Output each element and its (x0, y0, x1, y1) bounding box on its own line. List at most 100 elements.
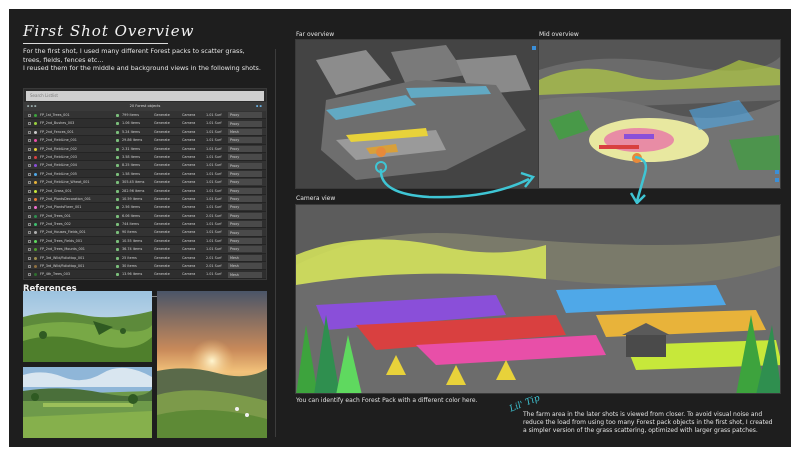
row-checkbox[interactable] (28, 273, 31, 277)
row-display-dropdown[interactable]: Proxy (228, 187, 262, 194)
table-row[interactable]: FP_2nd_Fences_001 5.24 items Generate Camer… (24, 127, 266, 137)
visibility-icon[interactable] (116, 164, 119, 168)
visibility-icon[interactable] (116, 189, 119, 193)
row-checkbox[interactable] (28, 189, 31, 193)
row-checkbox[interactable] (28, 164, 31, 168)
visibility-icon[interactable] (116, 265, 119, 269)
row-checkbox[interactable] (28, 172, 31, 176)
row-surface: 1.01 Surf (206, 188, 222, 193)
table-row[interactable]: FP_2nd_FieldLine_005 1.58 items Generate Ca… (24, 169, 266, 179)
row-display-dropdown[interactable]: Proxy (228, 246, 262, 253)
row-display-dropdown[interactable]: Proxy (228, 145, 262, 152)
visibility-icon[interactable] (116, 147, 119, 151)
row-checkbox[interactable] (28, 181, 31, 185)
row-items: 799 items (122, 113, 139, 117)
camera-view-viewport[interactable] (295, 204, 781, 394)
row-checkbox[interactable] (28, 256, 31, 260)
row-display-dropdown[interactable]: Proxy (228, 137, 262, 144)
visibility-icon[interactable] (116, 122, 119, 126)
row-camera: Camera (182, 272, 196, 277)
color-dot-icon (34, 172, 37, 176)
visibility-icon[interactable] (116, 114, 119, 117)
row-display-dropdown[interactable]: Proxy (228, 120, 262, 127)
row-mode: Generate (154, 213, 170, 218)
row-display-dropdown[interactable]: Proxy (228, 112, 262, 119)
row-checkbox[interactable] (28, 114, 31, 117)
row-checkbox[interactable] (28, 197, 31, 201)
row-display-dropdown[interactable]: Mesh (228, 254, 262, 261)
table-row[interactable]: FP_2nd_Trees_001 6.06 items Generate Camera… (24, 211, 266, 221)
row-name: FP_2nd_PlantsDecoration_001 (40, 196, 91, 201)
row-display-dropdown[interactable]: Mesh (228, 271, 262, 278)
row-checkbox[interactable] (28, 206, 31, 210)
row-display-dropdown[interactable]: Proxy (228, 162, 262, 169)
row-display-dropdown[interactable]: Mesh (228, 263, 262, 270)
row-checkbox[interactable] (28, 214, 31, 218)
row-checkbox[interactable] (28, 130, 31, 134)
visibility-icon[interactable] (116, 206, 119, 210)
table-row[interactable]: FP_2nd_FieldLine_001 29.86 items Generate C… (24, 136, 266, 145)
row-surface: 1.01 Surf (206, 121, 222, 126)
search-input[interactable]: Search Listlist (26, 91, 264, 101)
visibility-icon[interactable] (116, 181, 119, 185)
table-row[interactable]: FP_3rd_Wild/Foliottop_001 30 items Generat… (24, 262, 266, 271)
visibility-icon[interactable] (116, 172, 119, 176)
table-row[interactable]: FP_2nd_PlantsDecoration_001 10.59 items Ge… (24, 194, 266, 204)
reference-image-village (23, 367, 152, 438)
row-checkbox[interactable] (28, 248, 31, 252)
table-row[interactable]: FP_2nd_FieldLine_003 3.58 items Generate Ca… (24, 152, 266, 162)
table-row[interactable]: FP_2nd_Grass_001 282.96 items Generate Came… (24, 186, 266, 195)
table-row[interactable]: FP_2nd_FieldLine_Wheat_001 305.45 items Ge… (24, 178, 266, 187)
visibility-icon[interactable] (116, 139, 119, 143)
row-name: FP_4th_Trees_003 (40, 272, 71, 277)
header-tools-icon[interactable]: ▪ ▪ (256, 102, 262, 111)
row-display-dropdown[interactable]: Proxy (228, 221, 262, 228)
visibility-icon[interactable] (116, 155, 119, 159)
row-items: 282.96 items (122, 188, 145, 193)
color-dot-icon (34, 122, 37, 126)
row-checkbox[interactable] (28, 231, 31, 235)
row-checkbox[interactable] (28, 239, 31, 243)
table-row[interactable]: FP_2nd_FieldLine_002 2.31 items Generate Ca… (24, 144, 266, 153)
row-name: FP_2nd_PlantsFlwer_001 (40, 205, 82, 210)
row-display-dropdown[interactable]: Proxy (228, 154, 262, 161)
row-display-dropdown[interactable]: Proxy (228, 196, 262, 203)
row-checkbox[interactable] (28, 122, 31, 126)
visibility-icon[interactable] (116, 197, 119, 201)
table-row[interactable]: FP_2nd_Trees_Fields_001 10.55 items Genera… (24, 236, 266, 246)
row-display-dropdown[interactable]: Proxy (228, 204, 262, 211)
row-checkbox[interactable] (28, 223, 31, 227)
row-name: FP_1st_Trees_001 (40, 113, 70, 117)
visibility-icon[interactable] (116, 223, 119, 227)
row-checkbox[interactable] (28, 155, 31, 159)
row-display-dropdown[interactable]: Mesh (228, 128, 262, 135)
table-row[interactable]: FP_2nd_Trees_002 744 items Generate Camera 1… (24, 220, 266, 229)
visibility-icon[interactable] (116, 130, 119, 134)
table-row[interactable]: FP_4th_Trees_003 13.96 items Generate Camer… (24, 270, 266, 279)
row-display-dropdown[interactable]: Proxy (228, 179, 262, 186)
visibility-icon[interactable] (116, 256, 119, 260)
color-dot-icon (34, 147, 37, 151)
row-display-dropdown[interactable]: Proxy (228, 170, 262, 177)
row-name: FP_2nd_Trees_001 (40, 213, 71, 218)
row-display-dropdown[interactable]: Proxy (228, 238, 262, 245)
visibility-icon[interactable] (116, 239, 119, 243)
color-dot-icon (34, 223, 37, 227)
visibility-icon[interactable] (116, 214, 119, 218)
table-row[interactable]: FP_2nd_Trees_Mounts_001 36.74 items Genera… (24, 245, 266, 254)
table-row[interactable]: FP_2nd_Houses_Fields_001 90 items Generate… (24, 228, 266, 237)
row-checkbox[interactable] (28, 265, 31, 269)
row-display-dropdown[interactable]: Proxy (228, 229, 262, 236)
visibility-icon[interactable] (116, 248, 119, 252)
table-row[interactable]: FP_1st_Trees_001 799 items Generate Camera 1… (24, 111, 266, 120)
table-row[interactable]: FP_2nd_PlantsFlwer_001 2.56 items Generate… (24, 203, 266, 212)
row-checkbox[interactable] (28, 139, 31, 143)
visibility-icon[interactable] (116, 273, 119, 277)
row-checkbox[interactable] (28, 147, 31, 151)
row-items: 8.25 items (122, 163, 141, 168)
row-display-dropdown[interactable]: Proxy (228, 212, 262, 219)
visibility-icon[interactable] (116, 231, 119, 235)
table-row[interactable]: FP_3rd_Wild/Foliottop_001 25 items Generat… (24, 253, 266, 263)
table-row[interactable]: FP_2nd_FieldLine_004 8.25 items Generate Ca… (24, 161, 266, 170)
table-row[interactable]: FP_2nd_Bushes_003 1.06 items Generate Camer… (24, 119, 266, 128)
